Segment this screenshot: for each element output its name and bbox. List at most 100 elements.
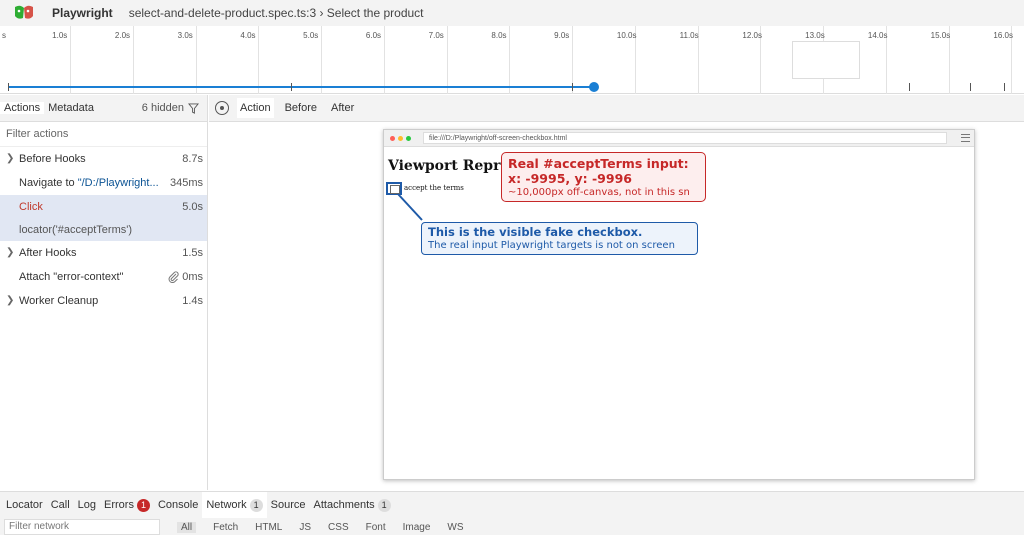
timeline-tick-label: 3.0s xyxy=(177,31,193,40)
tab-actions[interactable]: Actions xyxy=(0,102,45,114)
snapshot-panel: Action Before After file:///D:/Playwrigh… xyxy=(209,95,1024,490)
timeline-tick-label: 14.0s xyxy=(867,31,888,40)
timeline-tick xyxy=(383,26,385,94)
network-type-fetch[interactable]: Fetch xyxy=(213,522,238,533)
timeline-start-label: s xyxy=(2,31,6,40)
tab-label: Call xyxy=(50,499,70,511)
timeline-tick-label: 4.0s xyxy=(240,31,256,40)
network-type-css[interactable]: CSS xyxy=(328,522,349,533)
timeline-tick-label: 1.0s xyxy=(52,31,68,40)
timeline-tick xyxy=(446,26,448,94)
action-title: Navigate to xyxy=(19,177,75,189)
callout-note: ~10,000px off-canvas, not in this sn xyxy=(508,187,690,198)
network-type-ws[interactable]: WS xyxy=(447,522,463,533)
attachments-count-badge: 1 xyxy=(377,498,391,512)
tab-label: Attachments xyxy=(313,499,375,511)
tab-attachments[interactable]: Attachments 1 xyxy=(310,498,395,512)
timeline-tick xyxy=(132,26,134,94)
minimize-dot-icon xyxy=(398,136,403,141)
tab-console[interactable]: Console xyxy=(154,499,202,511)
timeline-tick-label: 8.0s xyxy=(491,31,507,40)
network-type-font[interactable]: Font xyxy=(366,522,386,533)
network-toolbar: Filter network All Fetch HTML JS CSS Fon… xyxy=(0,518,1024,535)
network-count-badge: 1 xyxy=(249,498,263,512)
tab-call[interactable]: Call xyxy=(47,499,74,511)
action-duration: 1.4s xyxy=(182,295,203,307)
checkbox-label: accept the terms xyxy=(404,184,464,192)
close-dot-icon xyxy=(390,136,395,141)
timeline-tick-label: 5.0s xyxy=(303,31,319,40)
snapshot-browser-frame: file:///D:/Playwright/off-screen-checkbo… xyxy=(383,129,975,480)
menu-icon xyxy=(961,134,970,142)
timeline-tick-label: 12.0s xyxy=(742,31,762,40)
timeline-tick xyxy=(321,26,323,94)
filter-actions-input[interactable]: Filter actions xyxy=(0,122,207,147)
tab-before[interactable]: Before xyxy=(282,98,320,118)
action-locator: locator('#acceptTerms') xyxy=(19,224,133,236)
action-duration: 8.7s xyxy=(182,153,203,165)
hidden-count-label: 6 hidden xyxy=(141,102,184,114)
bottom-tabs: Locator Call Log Errors 1 Console Network… xyxy=(0,492,1024,518)
callout-title: This is the visible fake checkbox. xyxy=(428,225,643,239)
tab-label: Network xyxy=(206,499,247,511)
tab-metadata[interactable]: Metadata xyxy=(44,102,98,114)
tab-label: Console xyxy=(157,499,199,511)
timeline-tick-label: 9.0s xyxy=(554,31,570,40)
chevron-right-icon: ❯ xyxy=(6,153,15,164)
timeline-tick-label: 6.0s xyxy=(365,31,382,40)
callout-coordinates: x: -9995, y: -9996 xyxy=(508,171,632,186)
timeline-marker xyxy=(572,83,573,91)
timeline-marker xyxy=(909,83,910,91)
chevron-right-icon: ❯ xyxy=(6,247,15,258)
filter-icon xyxy=(188,102,199,114)
tab-log[interactable]: Log xyxy=(74,499,100,511)
network-type-js[interactable]: JS xyxy=(299,522,311,533)
tab-action[interactable]: Action xyxy=(237,98,274,118)
action-duration: 0ms xyxy=(182,271,203,283)
tab-label: Locator xyxy=(6,499,43,511)
action-duration: 1.5s xyxy=(182,247,203,259)
timeline-tick xyxy=(70,26,72,94)
tab-source[interactable]: Source xyxy=(267,499,310,511)
actions-panel: Actions Metadata 6 hidden Filter actions… xyxy=(0,95,208,490)
action-item[interactable]: Navigate to "/D:/Playwright... 345ms xyxy=(0,171,207,195)
timeline-tick xyxy=(195,26,197,94)
action-title: Attach "error-context" xyxy=(19,271,124,283)
timeline-handle[interactable] xyxy=(589,82,599,92)
timeline-screenshot-thumbnail[interactable] xyxy=(792,41,860,79)
action-item-selected[interactable]: Click 5.0s locator('#acceptTerms') xyxy=(0,195,207,241)
action-item[interactable]: ❯ Before Hooks 8.7s xyxy=(0,147,207,171)
chevron-right-icon: ❯ xyxy=(6,295,15,306)
action-title: Click xyxy=(19,201,43,213)
action-title: Before Hooks xyxy=(19,153,86,165)
timeline-tick-label: 13.0s xyxy=(805,31,825,40)
network-type-image[interactable]: Image xyxy=(403,522,431,533)
timeline[interactable]: s 1.0s 2.0s 3.0s 4.0s 5.0s 6.0s 7.0s 8.0s 9.0s 10… xyxy=(0,26,1024,94)
timeline-tick-label: 11.0s xyxy=(679,31,699,40)
tab-network[interactable]: Network 1 xyxy=(202,492,267,518)
tab-label: Log xyxy=(77,499,97,511)
paperclip-icon[interactable] xyxy=(168,271,179,283)
network-type-html[interactable]: HTML xyxy=(255,522,282,533)
filter-network-input[interactable]: Filter network xyxy=(4,519,160,535)
network-type-all[interactable]: All xyxy=(177,521,197,533)
action-url: "/D:/Playwright... xyxy=(77,177,159,189)
callout-note: The real input Playwright targets is not… xyxy=(428,240,675,251)
hidden-filter-button[interactable]: 6 hidden xyxy=(142,102,207,114)
address-bar: file:///D:/Playwright/off-screen-checkbo… xyxy=(423,132,947,144)
action-item[interactable]: Attach "error-context" 0ms xyxy=(0,265,207,289)
tab-locator[interactable]: Locator xyxy=(2,499,47,511)
title-bar: Playwright select-and-delete-product.spe… xyxy=(0,0,1024,26)
timeline-tick-label: 16.0s xyxy=(993,31,1013,40)
timeline-marker xyxy=(1004,83,1005,91)
action-duration: 345ms xyxy=(169,177,203,189)
tab-errors[interactable]: Errors 1 xyxy=(100,498,154,512)
pick-locator-icon[interactable] xyxy=(215,101,229,115)
timeline-progress-track xyxy=(8,86,596,88)
action-item[interactable]: ❯ Worker Cleanup 1.4s xyxy=(0,289,207,313)
tab-label: Errors xyxy=(104,499,134,511)
action-item[interactable]: ❯ After Hooks 1.5s xyxy=(0,241,207,265)
maximize-dot-icon xyxy=(406,136,411,141)
left-tabs: Actions Metadata 6 hidden xyxy=(0,95,207,122)
tab-after[interactable]: After xyxy=(328,98,357,118)
